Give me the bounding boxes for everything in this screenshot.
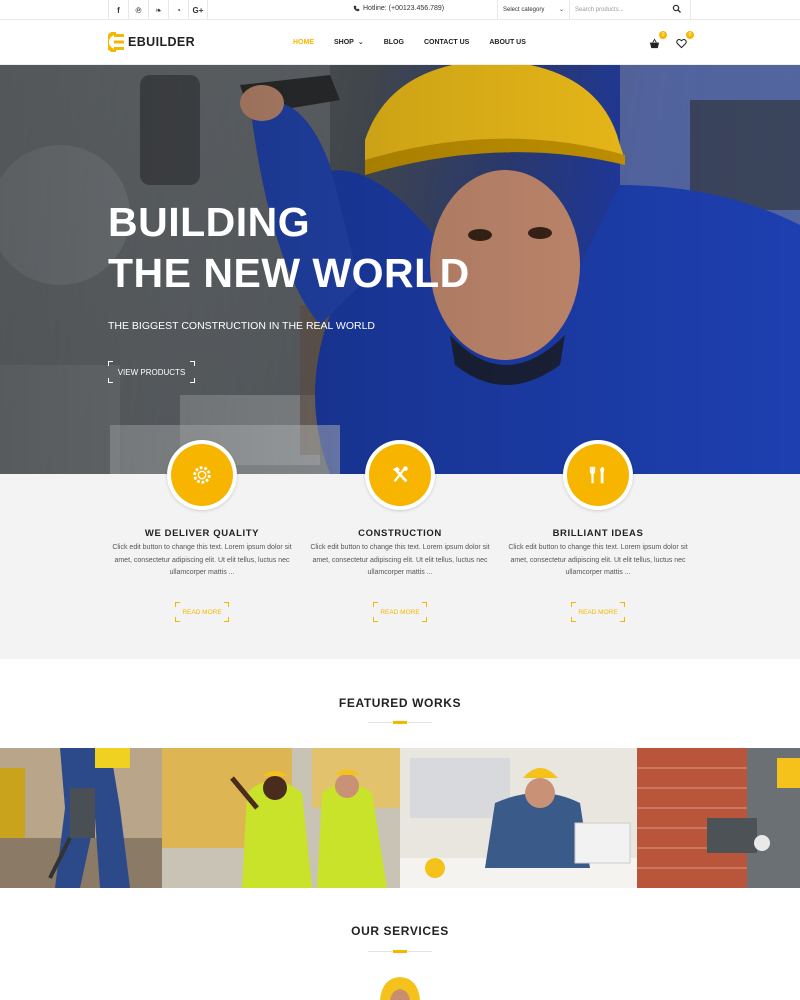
nav-item-contact[interactable]: CONTACT US (424, 38, 469, 46)
facebook-icon[interactable]: f (108, 0, 128, 20)
work-image[interactable] (0, 748, 162, 888)
site-header: EBUILDER HOME SHOP ⌄ BLOG CONTACT US ABOU… (0, 20, 800, 65)
work-image[interactable] (400, 748, 637, 888)
read-more-button[interactable]: READ MORE (373, 602, 427, 622)
nav-item-blog[interactable]: BLOG (384, 38, 404, 46)
main-nav: HOME SHOP ⌄ BLOG CONTACT US ABOUT US (293, 38, 546, 47)
nav-blog-label: BLOG (383, 38, 404, 46)
hero-banner: BUILDING THE NEW WORLD THE BIGGEST CONSTR… (0, 65, 800, 474)
view-products-label: VIEW PRODUCTS (117, 367, 186, 377)
read-more-label: READ MORE (182, 608, 222, 616)
read-more-button[interactable]: READ MORE (175, 602, 229, 622)
feature-title: BRILLIANT IDEAS (552, 528, 644, 539)
nav-item-shop[interactable]: SHOP ⌄ (334, 38, 364, 47)
view-products-button[interactable]: VIEW PRODUCTS (108, 361, 195, 383)
hammer-icon (392, 466, 408, 483)
feature-circle (365, 440, 435, 510)
service-helmet-image (380, 977, 420, 1000)
feature-circle (563, 440, 633, 510)
social-links: f ℗ ❧ ◔ G+ (108, 0, 208, 20)
hero-title-line2: THE NEW WORLD (108, 250, 470, 296)
work-image[interactable] (637, 748, 800, 888)
search-placeholder: Search products... (575, 7, 624, 13)
work-photo-planning (400, 748, 637, 888)
read-more-label: READ MORE (578, 608, 618, 616)
cart-button[interactable]: 0 (649, 31, 667, 49)
nav-home-label: HOME (293, 38, 314, 46)
feature-text: Click edit button to change this text. L… (310, 544, 490, 576)
read-more-label: READ MORE (380, 608, 420, 616)
nav-item-home[interactable]: HOME (293, 38, 314, 46)
featured-works-title: FEATURED WORKS (338, 696, 462, 710)
hero-subtitle: THE BIGGEST CONSTRUCTION IN THE REAL WOR… (108, 320, 376, 332)
section-divider (368, 721, 432, 724)
rss-icon[interactable]: ◔ (168, 0, 188, 20)
chevron-down-icon: ⌄ (558, 7, 564, 13)
nav-item-about[interactable]: ABOUT US (489, 38, 526, 46)
work-photo-engineers (162, 748, 400, 888)
search-input[interactable]: Search products... (570, 0, 691, 20)
work-photo-brickwork (637, 748, 800, 888)
cart-count-badge: 0 (659, 31, 667, 39)
tools-icon (589, 466, 605, 484)
work-photo-jackhammer (0, 748, 162, 888)
phone-icon (353, 5, 360, 12)
basket-icon (649, 38, 660, 49)
hotline: Hotline: (+00123.456.789) (353, 5, 444, 12)
wishlist-button[interactable]: 0 (676, 31, 694, 49)
search-icon[interactable] (672, 4, 682, 14)
feature-circle (167, 440, 237, 510)
features-section: WE DELIVER QUALITY Click edit button to … (0, 440, 800, 659)
feature-text: Click edit button to change this text. L… (112, 544, 292, 576)
read-more-button[interactable]: READ MORE (571, 602, 625, 622)
category-select-value: Select category (503, 7, 545, 13)
logo[interactable]: EBUILDER (108, 32, 195, 52)
work-image[interactable] (162, 748, 400, 888)
gear-icon (193, 466, 211, 484)
feature-text: Click edit button to change this text. L… (508, 544, 688, 576)
nav-shop-label: SHOP (334, 38, 354, 46)
category-select[interactable]: Select category ⌄ (497, 0, 570, 20)
feature-title: WE DELIVER QUALITY (144, 528, 260, 539)
hotline-text: Hotline: (+00123.456.789) (363, 5, 445, 12)
feature-title: CONSTRUCTION (358, 528, 442, 539)
nav-about-label: ABOUT US (489, 38, 526, 46)
google-plus-icon[interactable]: G+ (188, 0, 208, 20)
wishlist-count-badge: 0 (686, 31, 694, 39)
hero-title: BUILDING THE NEW WORLD (108, 197, 470, 299)
logo-mark-icon (108, 32, 124, 52)
nav-contact-label: CONTACT US (423, 38, 470, 46)
logo-text: EBUILDER (128, 35, 196, 49)
twitter-icon[interactable]: ❧ (148, 0, 168, 20)
hero-title-line1: BUILDING (108, 199, 311, 245)
our-services-title: OUR SERVICES (351, 924, 449, 938)
chevron-down-icon: ⌄ (357, 39, 364, 46)
top-bar: f ℗ ❧ ◔ G+ Hotline: (+00123.456.789) Sel… (0, 0, 800, 20)
heart-icon (676, 39, 687, 49)
featured-works-gallery (0, 748, 800, 888)
section-divider (368, 950, 432, 953)
pinterest-icon[interactable]: ℗ (128, 0, 148, 20)
